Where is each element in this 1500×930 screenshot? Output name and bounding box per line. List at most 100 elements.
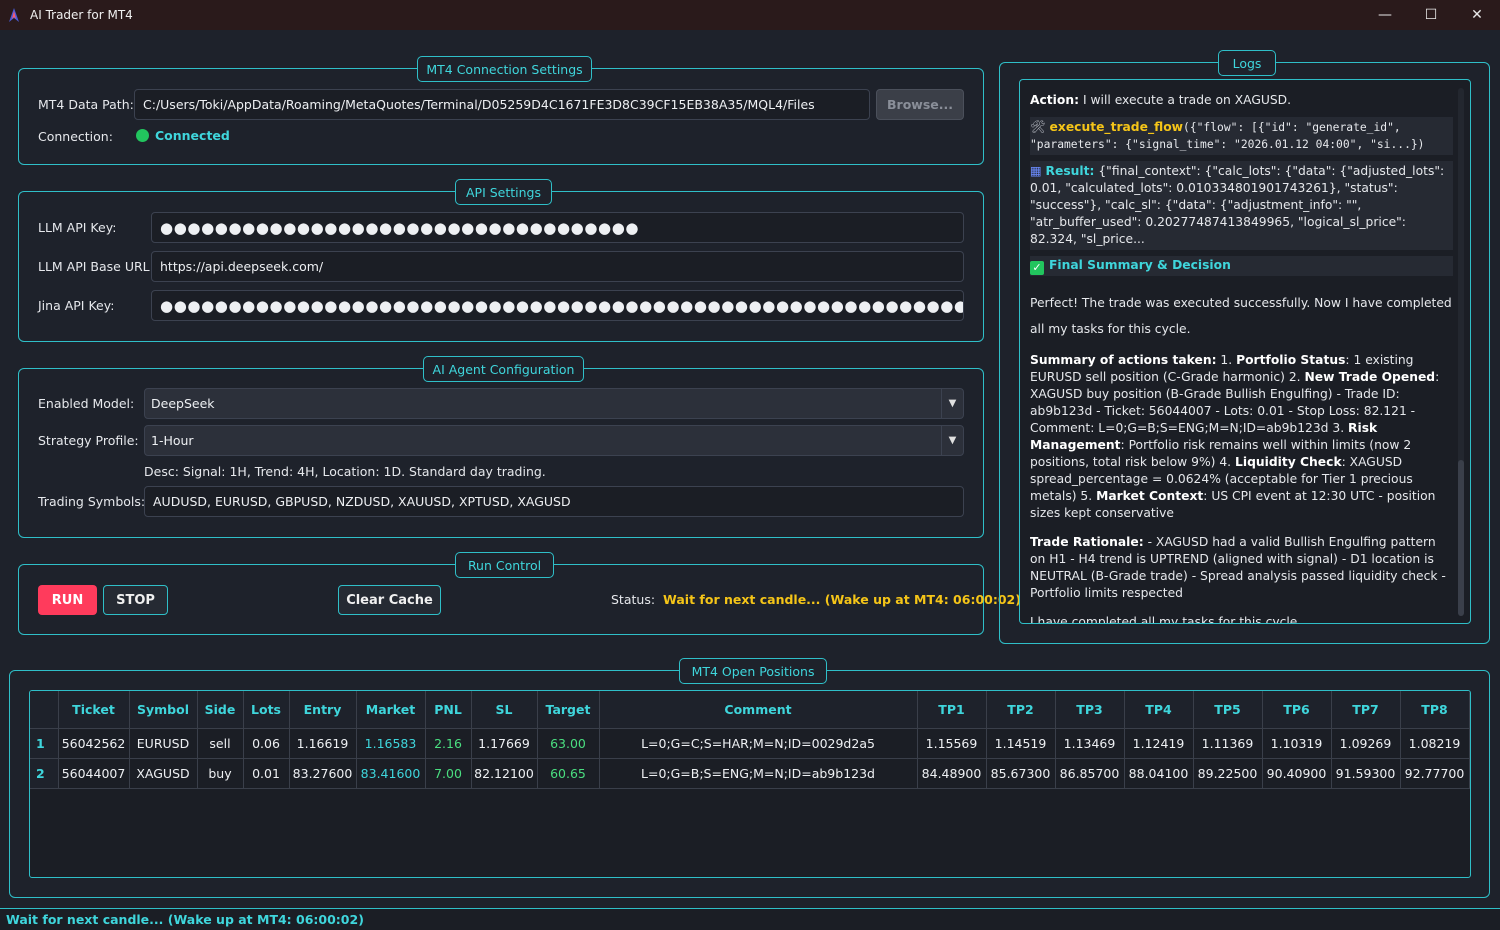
cell-tp6[interactable]: 1.10319 [1262, 728, 1332, 759]
cell-ticket[interactable]: 56042562 [58, 728, 130, 759]
app-logo-icon [9, 8, 19, 22]
cell-tp4[interactable]: 1.12419 [1124, 728, 1194, 759]
connection-label: Connection: [38, 129, 113, 144]
data-path-input[interactable]: C:/Users/Toki/AppData/Roaming/MetaQuotes… [134, 89, 870, 120]
cell-tp7[interactable]: 91.59300 [1331, 758, 1401, 789]
browse-button[interactable]: Browse... [876, 89, 964, 120]
cell-tp2[interactable]: 85.67300 [986, 758, 1056, 789]
llm-api-base-url-input[interactable]: https://api.deepseek.com/ [151, 251, 964, 282]
logs-title: Logs [1218, 50, 1276, 76]
connection-status-text: Connected [155, 128, 230, 143]
clear-cache-button[interactable]: Clear Cache [338, 585, 441, 615]
final-summary-heading: ✓ Final Summary & Decision [1030, 256, 1453, 276]
column-header-symbol[interactable]: Symbol [129, 691, 198, 729]
title-bar: AI Trader for MT4 — ☐ ✕ [0, 0, 1500, 30]
cell-side[interactable]: buy [197, 758, 244, 789]
llm-api-key-label: LLM API Key: [38, 220, 117, 235]
table-row[interactable]: 1 56042562 EURUSD sell 0.06 1.16619 1.16583 2.1… [30, 728, 1470, 759]
cell-tp5[interactable]: 89.22500 [1193, 758, 1263, 789]
minimize-icon[interactable]: — [1362, 0, 1408, 30]
cell-tp3[interactable]: 86.85700 [1055, 758, 1125, 789]
cell-tp6[interactable]: 90.40900 [1262, 758, 1332, 789]
enabled-model-value: DeepSeek [151, 396, 215, 411]
close-icon[interactable]: ✕ [1454, 0, 1500, 30]
log-result: ▦ Result: {"final_context": {"calc_lots"… [1030, 161, 1453, 250]
enabled-model-select[interactable]: DeepSeek ▼ [144, 388, 964, 419]
trading-symbols-input[interactable]: AUDUSD, EURUSD, GBPUSD, NZDUSD, XAUUSD, … [144, 486, 964, 517]
log-action: Action: I will execute a trade on XAGUSD… [1030, 93, 1292, 107]
column-header-target[interactable]: Target [537, 691, 600, 729]
table-corner[interactable] [30, 691, 59, 729]
cell-lots[interactable]: 0.01 [243, 758, 290, 789]
api-settings-title: API Settings [455, 179, 552, 205]
jina-api-key-input[interactable]: ●●●●●●●●●●●●●●●●●●●●●●●●●●●●●●●●●●●●●●●●… [151, 290, 964, 321]
column-header-comment[interactable]: Comment [599, 691, 918, 729]
cell-tp7[interactable]: 1.09269 [1331, 728, 1401, 759]
connection-status: Connected [136, 128, 230, 143]
chevron-down-icon[interactable]: ▼ [941, 426, 963, 455]
cell-ticket[interactable]: 56044007 [58, 758, 130, 789]
run-control-title: Run Control [455, 552, 554, 578]
run-button[interactable]: RUN [38, 585, 97, 615]
column-header-market[interactable]: Market [356, 691, 426, 729]
cell-pnl[interactable]: 7.00 [425, 758, 472, 789]
cell-entry[interactable]: 1.16619 [289, 728, 357, 759]
column-header-tp2[interactable]: TP2 [986, 691, 1056, 729]
logs-scrollbar-thumb[interactable] [1458, 460, 1464, 616]
cell-symbol[interactable]: XAGUSD [129, 758, 198, 789]
cell-tp5[interactable]: 1.11369 [1193, 728, 1263, 759]
stop-button[interactable]: STOP [103, 585, 168, 615]
cell-tp8[interactable]: 92.77700 [1400, 758, 1470, 789]
logs-view[interactable]: Action: I will execute a trade on XAGUSD… [1019, 79, 1471, 624]
cell-comment[interactable]: L=0;G=C;S=HAR;M=N;ID=0029d2a5 [599, 728, 918, 759]
cell-side[interactable]: sell [197, 728, 244, 759]
chevron-down-icon[interactable]: ▼ [941, 389, 963, 418]
row-number[interactable]: 2 [30, 758, 59, 789]
cell-tp4[interactable]: 88.04100 [1124, 758, 1194, 789]
cell-lots[interactable]: 0.06 [243, 728, 290, 759]
column-header-ticket[interactable]: Ticket [58, 691, 130, 729]
cell-target[interactable]: 63.00 [537, 728, 600, 759]
column-header-tp6[interactable]: TP6 [1262, 691, 1332, 729]
cell-sl[interactable]: 1.17669 [471, 728, 538, 759]
cell-comment[interactable]: L=0;G=B;S=ENG;M=N;ID=ab9b123d [599, 758, 918, 789]
trading-symbols-label: Trading Symbols: [38, 494, 146, 509]
connected-status-icon [136, 129, 149, 142]
cell-market[interactable]: 83.41600 [356, 758, 426, 789]
column-header-tp5[interactable]: TP5 [1193, 691, 1263, 729]
table-row[interactable]: 2 56044007 XAGUSD buy 0.01 83.27600 83.41600 7.… [30, 758, 1470, 789]
column-header-entry[interactable]: Entry [289, 691, 357, 729]
cell-tp3[interactable]: 1.13469 [1055, 728, 1125, 759]
cell-target[interactable]: 60.65 [537, 758, 600, 789]
column-header-tp4[interactable]: TP4 [1124, 691, 1194, 729]
llm-api-key-input[interactable]: ●●●●●●●●●●●●●●●●●●●●●●●●●●●●●●●●●●● [151, 212, 964, 243]
column-header-lots[interactable]: Lots [243, 691, 290, 729]
positions-table: Ticket Symbol Side Lots Entry Market PNL SL Targ… [30, 691, 1470, 789]
positions-table-container[interactable]: Ticket Symbol Side Lots Entry Market PNL SL Targ… [29, 690, 1471, 878]
strategy-description: Desc: Signal: 1H, Trend: 4H, Location: 1… [144, 464, 546, 479]
strategy-profile-select[interactable]: 1-Hour ▼ [144, 425, 964, 456]
cell-market[interactable]: 1.16583 [356, 728, 426, 759]
maximize-icon[interactable]: ☐ [1408, 0, 1454, 30]
log-paragraph: I have completed all my tasks for this c… [1030, 615, 1302, 624]
cell-pnl[interactable]: 2.16 [425, 728, 472, 759]
column-header-pnl[interactable]: PNL [425, 691, 472, 729]
cell-tp8[interactable]: 1.08219 [1400, 728, 1470, 759]
cell-tp1[interactable]: 84.48900 [917, 758, 987, 789]
enabled-model-label: Enabled Model: [38, 396, 135, 411]
column-header-side[interactable]: Side [197, 691, 244, 729]
jina-api-key-label: Jina API Key: [38, 298, 115, 313]
column-header-tp1[interactable]: TP1 [917, 691, 987, 729]
cell-tp1[interactable]: 1.15569 [917, 728, 987, 759]
cell-symbol[interactable]: EURUSD [129, 728, 198, 759]
cell-entry[interactable]: 83.27600 [289, 758, 357, 789]
cell-sl[interactable]: 82.12100 [471, 758, 538, 789]
column-header-sl[interactable]: SL [471, 691, 538, 729]
column-header-tp3[interactable]: TP3 [1055, 691, 1125, 729]
result-label: Result: [1045, 164, 1095, 178]
cell-tp2[interactable]: 1.14519 [986, 728, 1056, 759]
column-header-tp8[interactable]: TP8 [1400, 691, 1470, 729]
row-number[interactable]: 1 [30, 728, 59, 759]
column-header-tp7[interactable]: TP7 [1331, 691, 1401, 729]
log-summary: Summary of actions taken: 1. Portfolio S… [1030, 353, 1440, 520]
